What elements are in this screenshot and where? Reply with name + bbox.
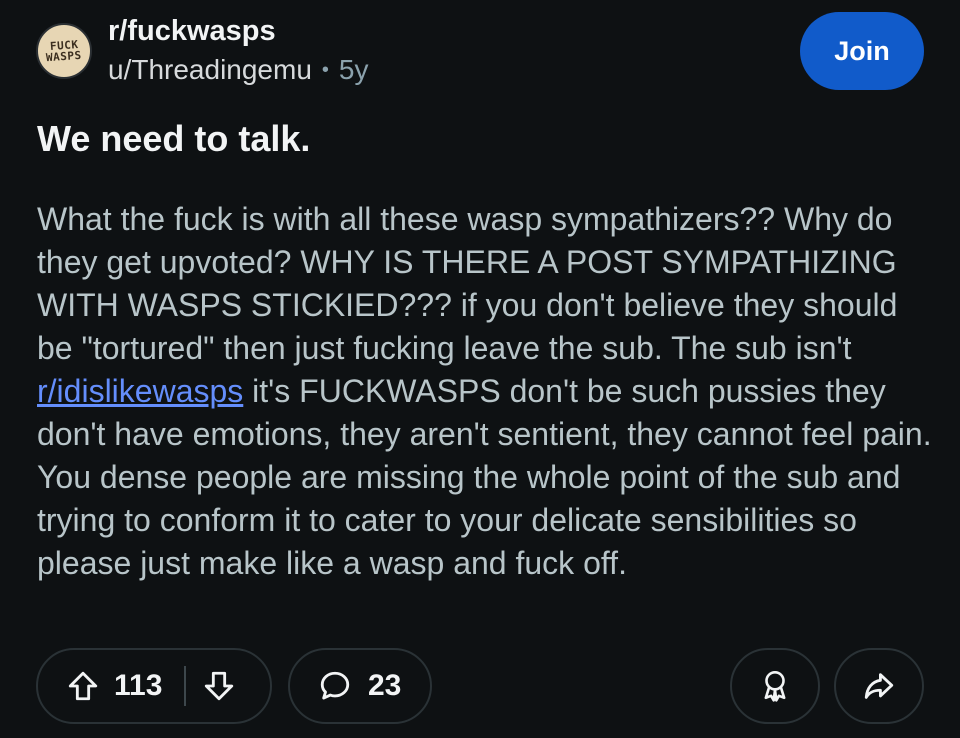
comment-count: 23 [368,669,402,702]
subreddit-name[interactable]: r/fuckwasps [108,14,369,48]
post-header: FUCK WASPS r/fuckwasps u/Threadingemu • … [36,14,369,88]
post-body-text-1: What the fuck is with all these wasp sym… [37,201,898,366]
downvote-arrow-icon[interactable] [202,669,236,703]
join-button[interactable]: Join [800,12,924,90]
share-button[interactable] [834,648,924,724]
subreddit-link[interactable]: r/idislikewasps [37,373,243,409]
post-title: We need to talk. [37,118,311,159]
subreddit-avatar[interactable]: FUCK WASPS [36,23,92,79]
meta-separator: • [321,59,329,81]
post-action-bar: 113 23 [36,648,924,724]
award-button[interactable] [730,648,820,724]
author-name[interactable]: u/Threadingemu [108,52,312,88]
subreddit-avatar-line-2: WASPS [45,48,83,65]
share-arrow-icon [862,669,896,703]
upvote-arrow-icon[interactable] [66,669,100,703]
post-meta: r/fuckwasps u/Threadingemu • 5y [108,14,369,88]
vote-control: 113 [36,648,272,724]
post-byline: u/Threadingemu • 5y [108,52,369,88]
vote-count: 113 [114,669,163,702]
comment-bubble-icon [318,669,352,703]
comments-button[interactable]: 23 [288,648,432,724]
vote-divider [184,666,187,706]
award-icon [759,669,791,703]
post-age: 5y [338,54,369,85]
post-body: What the fuck is with all these wasp sym… [37,198,937,585]
